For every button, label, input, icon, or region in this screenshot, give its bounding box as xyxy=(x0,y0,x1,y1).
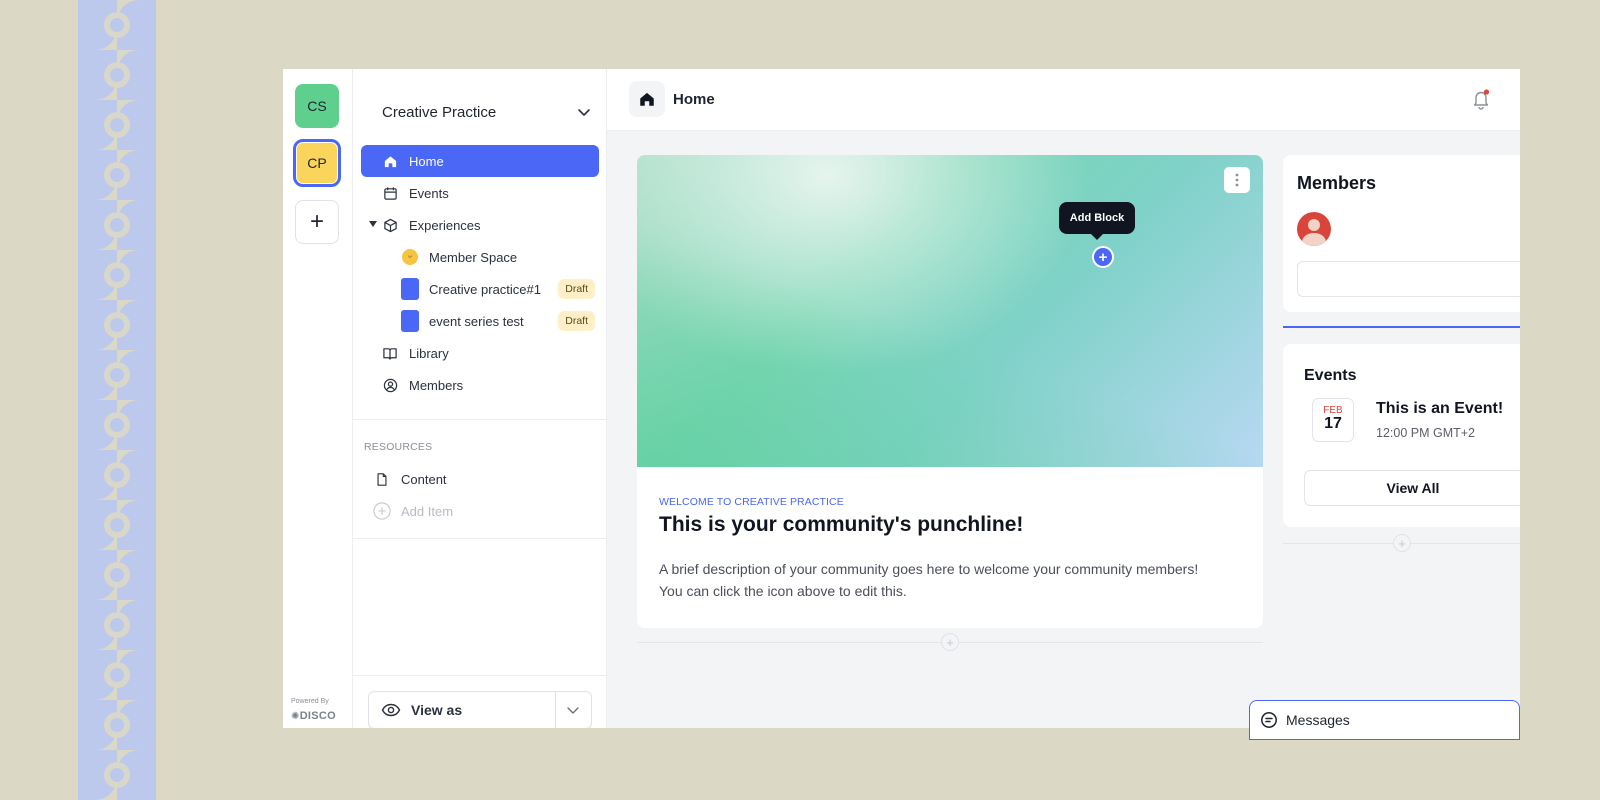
community-switcher-cs[interactable]: CS xyxy=(295,84,339,128)
pattern-tile xyxy=(78,350,156,400)
sidebar-item-content[interactable]: Content xyxy=(353,463,591,495)
draft-badge: Draft xyxy=(558,311,595,331)
divider xyxy=(353,419,607,420)
plus-circle-icon xyxy=(373,502,391,520)
divider xyxy=(353,675,607,676)
top-bar: Home xyxy=(607,69,1520,131)
cube-icon xyxy=(381,216,399,234)
pattern-tile xyxy=(78,250,156,300)
avatar[interactable] xyxy=(1297,212,1331,246)
user-circle-icon xyxy=(381,376,399,394)
sidebar: Creative Practice Home Events Experience… xyxy=(353,69,607,728)
messages-panel-tab[interactable]: Messages xyxy=(1249,700,1520,740)
welcome-hero-card: WELCOME TO CREATIVE PRACTICE This is you… xyxy=(637,155,1263,628)
decorative-pattern xyxy=(78,0,156,800)
notifications-bell-icon[interactable] xyxy=(1471,88,1491,115)
sidebar-item-experiences[interactable]: Experiences xyxy=(361,209,599,241)
hero-image-overlay xyxy=(637,155,1263,467)
events-card-title: Events xyxy=(1304,367,1357,384)
event-title[interactable]: This is an Event! xyxy=(1376,400,1503,418)
sparkle-icon: ✺ xyxy=(291,711,300,722)
home-icon xyxy=(381,152,399,170)
sidebar-item-event-series-test[interactable]: event series test Draft xyxy=(361,305,599,337)
book-icon xyxy=(381,344,399,362)
add-block-plus-icon[interactable]: + xyxy=(1393,534,1411,552)
disco-logo: ✺DISCO xyxy=(291,710,337,722)
powered-by-label: Powered By xyxy=(291,698,329,705)
divider xyxy=(353,538,607,539)
community-rail: CS CP + Powered By ✺DISCO xyxy=(283,69,353,728)
hero-eyebrow: WELCOME TO CREATIVE PRACTICE xyxy=(659,496,844,508)
event-day: 17 xyxy=(1324,415,1342,432)
pattern-tile xyxy=(78,200,156,250)
messages-label: Messages xyxy=(1286,712,1350,728)
sidebar-item-home[interactable]: Home xyxy=(361,145,599,177)
pattern-tile xyxy=(78,550,156,600)
event-date-badge: FEB 17 xyxy=(1312,398,1354,442)
pattern-tile xyxy=(78,300,156,350)
hero-description: A brief description of your community go… xyxy=(659,561,1199,599)
sidebar-item-library[interactable]: Library xyxy=(361,337,599,369)
pattern-tile xyxy=(78,50,156,100)
hero-headline: This is your community's punchline! xyxy=(659,513,1024,536)
add-community-button[interactable]: + xyxy=(295,200,339,244)
members-card-button[interactable] xyxy=(1297,261,1520,297)
divider xyxy=(555,692,556,728)
main-content: Home WELCOME TO CREATIVE PRACTICE This i… xyxy=(607,69,1520,728)
pattern-tile xyxy=(78,100,156,150)
add-block-plus-icon[interactable]: + xyxy=(1092,246,1114,268)
members-card-title: Members xyxy=(1297,173,1377,193)
pattern-tile xyxy=(78,400,156,450)
calendar-icon xyxy=(381,184,399,202)
events-card: Events FEB 17 This is an Event! 12:00 PM… xyxy=(1283,344,1520,527)
caret-down-icon[interactable] xyxy=(369,221,377,227)
community-dropdown[interactable]: Creative Practice xyxy=(382,97,592,127)
pattern-tile xyxy=(78,0,156,50)
members-card: Members xyxy=(1283,155,1520,312)
community-switcher-cp[interactable]: CP xyxy=(293,139,341,187)
page-title: Home xyxy=(673,91,715,108)
add-block-active-divider xyxy=(1283,326,1520,328)
add-item-button[interactable]: Add Item xyxy=(353,495,591,527)
draft-badge: Draft xyxy=(558,279,595,299)
chevron-down-icon xyxy=(578,109,590,116)
sidebar-item-creative-practice-1[interactable]: Creative practice#1 Draft xyxy=(361,273,599,305)
pattern-tile xyxy=(78,700,156,750)
pattern-tile xyxy=(78,650,156,700)
pattern-tile xyxy=(78,450,156,500)
more-options-icon[interactable] xyxy=(1224,167,1250,193)
sidebar-item-member-space[interactable]: ᵕ Member Space xyxy=(361,241,599,273)
sidebar-item-events[interactable]: Events xyxy=(361,177,599,209)
add-block-plus-icon[interactable]: + xyxy=(941,633,959,651)
view-as-dropdown[interactable]: View as xyxy=(368,691,592,728)
view-all-button[interactable]: View All xyxy=(1304,470,1520,506)
smiley-emoji-icon: ᵕ xyxy=(401,248,419,266)
app-window: CS CP + Powered By ✺DISCO Creative Pract… xyxy=(283,69,1520,728)
home-icon xyxy=(629,81,665,117)
view-as-label: View as xyxy=(411,702,463,718)
file-icon xyxy=(373,470,391,488)
pattern-tile xyxy=(78,500,156,550)
event-time: 12:00 PM GMT+2 xyxy=(1376,426,1475,440)
sidebar-item-members[interactable]: Members xyxy=(361,369,599,401)
pattern-tile xyxy=(78,750,156,800)
pattern-tile xyxy=(78,600,156,650)
eye-icon xyxy=(381,703,401,717)
pattern-tile xyxy=(78,150,156,200)
blue-square-icon xyxy=(401,278,419,300)
resources-heading: RESOURCES xyxy=(364,441,433,453)
chat-icon xyxy=(1261,712,1277,728)
add-block-tooltip: Add Block xyxy=(1059,202,1135,240)
community-name: Creative Practice xyxy=(382,103,497,121)
chevron-down-icon[interactable] xyxy=(565,702,581,718)
blue-square-icon xyxy=(401,310,419,332)
